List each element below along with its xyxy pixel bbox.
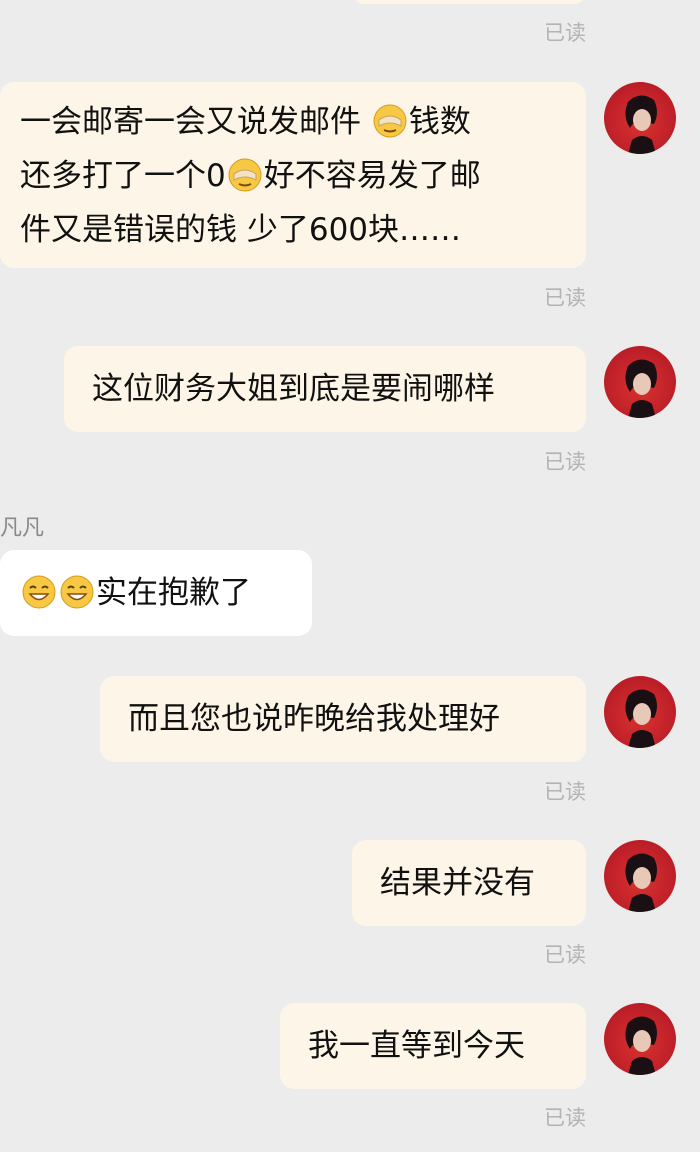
read-receipt: 已读 bbox=[544, 450, 586, 474]
message-text: 实在抱歉了 bbox=[96, 575, 251, 611]
user-avatar-icon[interactable] bbox=[604, 840, 676, 912]
read-receipt: 已读 bbox=[544, 780, 586, 804]
previous-message-bubble[interactable] bbox=[352, 0, 586, 4]
user-avatar-icon[interactable] bbox=[604, 676, 676, 748]
message-bubble[interactable]: 而且您也说昨晚给我处理好 bbox=[100, 676, 586, 762]
message-bubble[interactable]: 我一直等到今天 bbox=[280, 1003, 586, 1089]
user-avatar-icon[interactable] bbox=[604, 346, 676, 418]
message-text: 这位财务大姐到底是要闹哪样 bbox=[92, 371, 495, 407]
user-avatar-icon[interactable] bbox=[604, 82, 676, 154]
message-text: 还多打了一个0 bbox=[20, 158, 226, 194]
message-text: 好不容易发了邮 bbox=[263, 158, 481, 194]
message-text: 结果并没有 bbox=[380, 865, 535, 901]
message-bubble[interactable]: 这位财务大姐到底是要闹哪样 bbox=[64, 346, 586, 432]
sweat-smile-emoji-icon bbox=[22, 572, 56, 609]
read-receipt: 已读 bbox=[544, 286, 586, 310]
sweat-smile-emoji-icon bbox=[60, 572, 94, 609]
read-receipt: 已读 bbox=[544, 21, 586, 45]
message-text: 我一直等到今天 bbox=[308, 1028, 525, 1064]
message-text: 一会邮寄一会又说发邮件 bbox=[20, 104, 371, 140]
read-receipt: 已读 bbox=[544, 943, 586, 967]
message-text: 钱数 bbox=[408, 104, 471, 140]
read-receipt: 已读 bbox=[544, 1106, 586, 1130]
facepalm-emoji-icon bbox=[228, 155, 262, 192]
message-bubble[interactable]: 一会邮寄一会又说发邮件 钱数 还多打了一个0 好不容易发了邮 件又是错误的钱 少了… bbox=[0, 82, 586, 268]
message-bubble[interactable]: 结果并没有 bbox=[352, 840, 586, 926]
sender-name: 凡凡 bbox=[0, 516, 45, 541]
message-text: 而且您也说昨晚给我处理好 bbox=[128, 701, 500, 737]
message-bubble[interactable]: 实在抱歉了 bbox=[0, 550, 312, 636]
message-text: 件又是错误的钱 少了600块…… bbox=[20, 212, 462, 248]
user-avatar-icon[interactable] bbox=[604, 1003, 676, 1075]
facepalm-emoji-icon bbox=[373, 101, 407, 138]
